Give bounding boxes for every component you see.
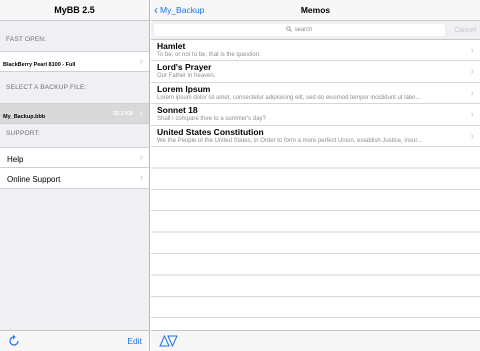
memo-title: Lorem Ipsum [157, 83, 211, 94]
search-icon [286, 26, 293, 33]
chevron-right-icon: › [139, 152, 143, 163]
main-navbar: Memos ‹ My_Backup [151, 0, 480, 21]
back-label: My_Backup [160, 5, 205, 15]
support-item-label: Help [7, 155, 24, 164]
chevron-right-icon: › [470, 109, 474, 121]
backup-file-name: My_Backup.bbb [3, 114, 46, 120]
cancel-button[interactable]: Cancel [454, 21, 476, 40]
back-button[interactable]: ‹ My_Backup [154, 0, 204, 21]
chevron-right-icon: › [470, 45, 474, 56]
fast-open-item[interactable]: BlackBerry Pearl 8100 - Full › [0, 51, 149, 72]
support-item-online[interactable]: Online Support › [0, 168, 149, 189]
search-bar: search Cancel [151, 21, 480, 40]
memo-title: Sonnet 18 [157, 105, 198, 116]
chevron-right-icon: › [139, 108, 143, 119]
list-item[interactable]: Lord's Prayer Our Father in heaven, › [151, 61, 480, 83]
memo-preview: Shall I compare thee to a summer's day? [157, 116, 266, 123]
main-pane: Memos ‹ My_Backup search Cancel Hamlet T… [151, 0, 480, 351]
memo-title: Lord's Prayer [157, 62, 212, 73]
list-item[interactable]: Lorem Ipsum Lorem ipsum dolor sit amet, … [151, 82, 480, 105]
list-item[interactable]: Hamlet To be, or not to be, that is the … [151, 40, 480, 62]
backup-header: SELECT A BACKUP FILE: [6, 84, 87, 91]
app-title: MyBB 2.5 [54, 5, 95, 15]
memo-preview: We the People of the United States, in O… [157, 137, 423, 144]
support-item-help[interactable]: Help › [0, 147, 149, 168]
search-placeholder: search [294, 27, 313, 33]
refresh-icon[interactable] [8, 334, 20, 348]
chevron-right-icon: › [470, 130, 474, 142]
sidebar: MyBB 2.5 FAST OPEN: BlackBerry Pearl 810… [0, 0, 150, 351]
backup-file-size: 32.3 KB [112, 111, 133, 117]
memo-preview: Our Father in heaven, [157, 73, 216, 80]
sidebar-navbar: MyBB 2.5 [0, 0, 149, 21]
chevron-right-icon: › [139, 56, 143, 67]
list-item[interactable]: Sonnet 18 Shall I compare thee to a summ… [151, 104, 480, 126]
fast-open-header: FAST OPEN: [6, 36, 47, 43]
fast-open-label: BlackBerry Pearl 8100 - Full [3, 62, 76, 68]
edit-button[interactable]: Edit [127, 331, 142, 351]
chevron-left-icon: ‹ [154, 3, 158, 17]
main-toolbar [151, 330, 480, 351]
sort-triangles-icon[interactable] [159, 335, 179, 347]
memo-title: United States Constitution [157, 126, 264, 137]
sidebar-toolbar: Edit [0, 330, 149, 351]
memo-list: Hamlet To be, or not to be, that is the … [151, 40, 480, 330]
memo-preview: Lorem ipsum dolor sit amet, consectetur … [157, 94, 421, 101]
memo-preview: To be, or not to be, that is the questio… [157, 52, 261, 58]
chevron-right-icon: › [139, 172, 143, 183]
search-input[interactable]: search [154, 24, 445, 36]
chevron-right-icon: › [470, 87, 474, 99]
support-item-label: Online Support [7, 175, 61, 184]
chevron-right-icon: › [470, 66, 474, 78]
memo-title: Hamlet [157, 41, 186, 51]
support-header: SUPPORT: [6, 130, 40, 137]
backup-file-item[interactable]: My_Backup.bbb 32.3 KB › [0, 103, 149, 124]
list-item[interactable]: United States Constitution We the People… [151, 125, 480, 147]
